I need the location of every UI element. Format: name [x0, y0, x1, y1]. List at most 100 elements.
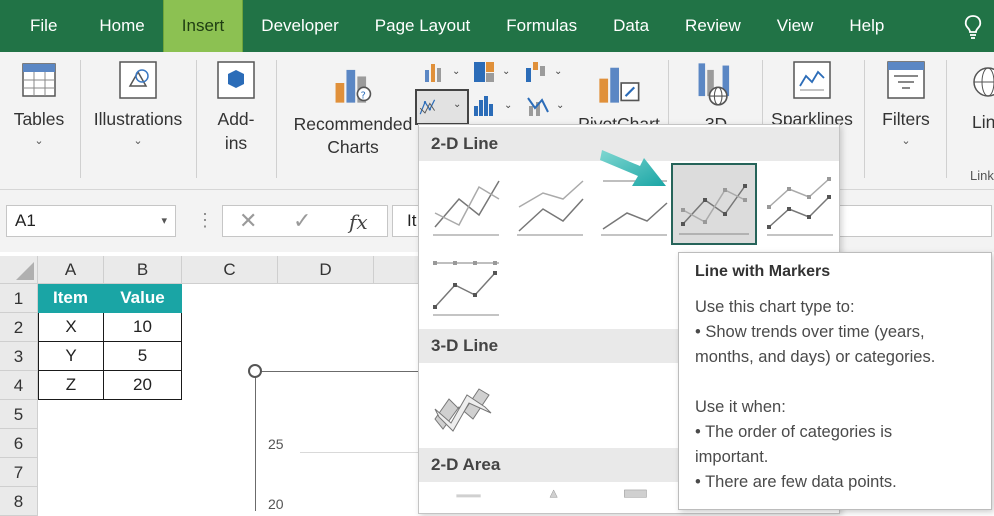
chart-resize-handle[interactable]: [248, 364, 262, 378]
table-icon: [22, 63, 56, 97]
hierarchy-chart-icon[interactable]: [472, 60, 496, 84]
tab-help[interactable]: Help: [831, 0, 902, 52]
divider: [196, 60, 197, 178]
cell-b1[interactable]: Value: [104, 284, 182, 313]
illustrations-button[interactable]: Illustrations ⌄: [88, 52, 188, 190]
corner-triangle-icon: [16, 262, 34, 280]
chevron-down-icon[interactable]: ⌄: [502, 66, 510, 77]
chart-gridline: [300, 452, 420, 453]
name-box-value: A1: [15, 211, 36, 230]
tooltip-line: • The order of categories is: [695, 423, 893, 441]
chevron-down-icon[interactable]: ⌄: [452, 66, 460, 77]
illustrations-label: Illustrations: [93, 109, 183, 129]
tab-formulas[interactable]: Formulas: [488, 0, 595, 52]
recommended-label-2: Charts: [327, 137, 379, 157]
3d-line-thumb[interactable]: [429, 369, 511, 445]
globe-link-icon: [973, 67, 994, 97]
menu-bar: File Home Insert Developer Page Layout F…: [0, 0, 994, 52]
divider: [276, 60, 277, 178]
waterfall-chart-icon[interactable]: [524, 60, 548, 84]
tooltip-title: Line with Markers: [695, 263, 831, 280]
column-header-e[interactable]: [374, 256, 420, 284]
cell-a4[interactable]: Z: [38, 371, 104, 400]
column-header-b[interactable]: B: [104, 256, 182, 284]
row-header-7[interactable]: 7: [0, 458, 38, 487]
link-button[interactable]: Lin Link: [960, 52, 994, 190]
divider: [946, 60, 947, 178]
row-header-8[interactable]: 8: [0, 487, 38, 516]
link-label: Lin: [972, 112, 994, 132]
row-header-4[interactable]: 4: [0, 371, 38, 400]
100-stacked-line-markers-thumb[interactable]: [429, 249, 511, 325]
column-chart-icon[interactable]: [422, 60, 446, 84]
chevron-down-icon: ⌄: [453, 99, 462, 110]
lightbulb-icon[interactable]: [962, 14, 984, 40]
cell-a2[interactable]: X: [38, 313, 104, 342]
chevron-down-icon[interactable]: ▾: [161, 206, 167, 236]
tab-view[interactable]: View: [759, 0, 832, 52]
name-box[interactable]: A1 ▾: [6, 205, 176, 237]
tooltip-line: • Show trends over time (years,: [695, 323, 925, 341]
tables-button[interactable]: Tables ⌄: [4, 52, 74, 190]
statistic-chart-icon[interactable]: [472, 94, 496, 118]
cell-a3[interactable]: Y: [38, 342, 104, 371]
filter-icon: [887, 61, 925, 99]
tab-review[interactable]: Review: [667, 0, 759, 52]
divider: [864, 60, 865, 178]
filters-label: Filters: [882, 109, 930, 129]
line-chart-thumb[interactable]: [429, 169, 511, 245]
addins-label-1: Add-: [217, 109, 255, 129]
pointer-arrow-icon: [600, 150, 666, 186]
select-all-corner[interactable]: [0, 256, 38, 284]
enter-icon[interactable]: ✓: [293, 208, 311, 234]
column-header-d[interactable]: D: [278, 256, 374, 284]
formula-buttons: ✕ ✓ fx: [222, 205, 388, 237]
column-header-c[interactable]: C: [182, 256, 278, 284]
chevron-down-icon: ⌄: [901, 135, 911, 147]
cell-b2[interactable]: 10: [104, 313, 182, 342]
links-group-label: Link: [970, 168, 994, 183]
line-with-markers-thumb[interactable]: [671, 163, 757, 245]
shapes-icon: [119, 61, 157, 99]
line-chart-button[interactable]: ⌄: [415, 89, 469, 125]
tooltip-line: months, and days) or categories.: [695, 348, 936, 366]
tab-developer[interactable]: Developer: [243, 0, 357, 52]
addins-button[interactable]: Add- ins: [204, 52, 268, 190]
sparkline-icon: [793, 61, 831, 99]
cell-b4[interactable]: 20: [104, 371, 182, 400]
combo-chart-icon[interactable]: [526, 94, 550, 118]
pivotchart-icon: [599, 67, 640, 103]
insert-function-icon[interactable]: fx: [349, 210, 368, 234]
stacked-area-thumb[interactable]: [513, 487, 595, 515]
globe-icon: [698, 63, 730, 106]
chevron-down-icon: ⌄: [133, 135, 143, 147]
cancel-icon[interactable]: ✕: [239, 208, 257, 234]
row-header-1[interactable]: 1: [0, 284, 38, 313]
row-header-2[interactable]: 2: [0, 313, 38, 342]
divider: [80, 60, 81, 178]
stacked-line-thumb[interactable]: [513, 169, 595, 245]
stacked-line-markers-thumb[interactable]: [763, 169, 845, 245]
tab-insert[interactable]: Insert: [162, 0, 244, 52]
cell-a1[interactable]: Item: [38, 284, 104, 313]
tab-data[interactable]: Data: [595, 0, 667, 52]
filters-button[interactable]: Filters ⌄: [872, 52, 940, 190]
row-header-6[interactable]: 6: [0, 429, 38, 458]
row-header-3[interactable]: 3: [0, 342, 38, 371]
chevron-down-icon: ⌄: [34, 135, 44, 147]
chevron-down-icon[interactable]: ⌄: [556, 100, 564, 111]
chevron-down-icon[interactable]: ⌄: [504, 100, 512, 111]
recommended-charts-button[interactable]: ? Recommended Charts: [290, 52, 416, 190]
column-header-a[interactable]: A: [38, 256, 104, 284]
area-chart-thumb[interactable]: [429, 487, 511, 515]
tab-home[interactable]: Home: [75, 0, 162, 52]
tab-file[interactable]: File: [0, 0, 75, 52]
cell-b3[interactable]: 5: [104, 342, 182, 371]
row-header-5[interactable]: 5: [0, 400, 38, 429]
addins-icon: [217, 61, 255, 99]
100-stacked-area-thumb[interactable]: [597, 487, 679, 515]
drag-handle-icon[interactable]: ⋮: [196, 210, 214, 231]
chevron-down-icon[interactable]: ⌄: [554, 66, 562, 77]
tab-page-layout[interactable]: Page Layout: [357, 0, 488, 52]
tables-label: Tables: [13, 109, 65, 129]
